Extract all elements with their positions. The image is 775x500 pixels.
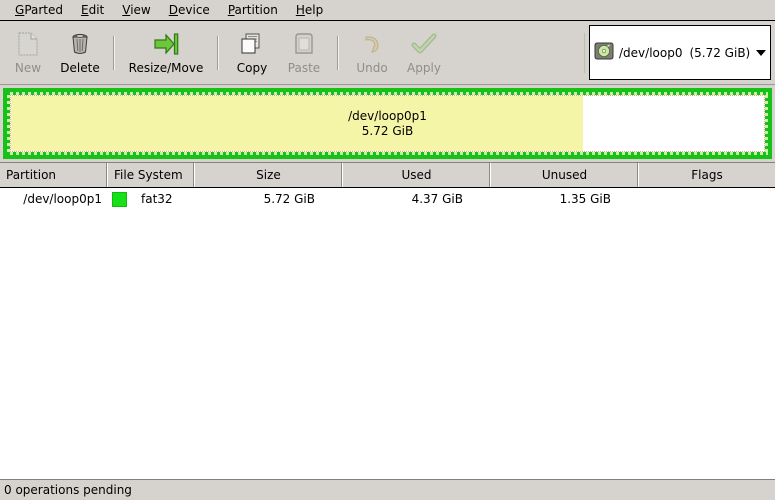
column-header-size[interactable]: Size bbox=[195, 163, 343, 187]
menu-edit-label: dit bbox=[88, 3, 105, 17]
menu-partition-label: artition bbox=[234, 3, 278, 17]
menu-view-label: iew bbox=[130, 3, 151, 17]
table-body: /dev/loop0p1 fat32 5.72 GiB 4.37 GiB 1.35 Gi… bbox=[0, 188, 775, 479]
column-header-unused[interactable]: Unused bbox=[491, 163, 639, 187]
device-selector-name: /dev/loop0 bbox=[619, 45, 683, 60]
column-header-label: Unused bbox=[541, 168, 588, 182]
column-header-label: Flags bbox=[691, 168, 723, 182]
cell-filesystem: fat32 bbox=[108, 191, 195, 207]
undo-arrow-icon bbox=[359, 31, 385, 57]
partition-graphic-area: /dev/loop0p1 5.72 GiB bbox=[0, 85, 775, 162]
column-header-used[interactable]: Used bbox=[343, 163, 491, 187]
cell-partition: /dev/loop0p1 bbox=[23, 192, 102, 206]
toolbar-separator-2 bbox=[217, 35, 219, 70]
new-button[interactable]: New bbox=[2, 24, 54, 82]
device-selector-size: (5.72 GiB) bbox=[689, 45, 751, 60]
cell-unused: 1.35 GiB bbox=[559, 192, 611, 206]
menu-help-label: elp bbox=[304, 3, 324, 17]
gparted-window: GParted Edit View Device Partition Help … bbox=[0, 0, 775, 500]
cell-used: 4.37 GiB bbox=[411, 192, 463, 206]
column-header-label: Used bbox=[401, 168, 432, 182]
table-row[interactable]: /dev/loop0p1 fat32 5.72 GiB 4.37 GiB 1.35 Gi… bbox=[0, 188, 775, 210]
new-document-icon bbox=[15, 31, 41, 57]
copy-pages-icon bbox=[239, 31, 265, 57]
table-header-row: Partition File System Size Used Unused Flags bbox=[0, 163, 775, 188]
column-header-label: Size bbox=[256, 168, 281, 182]
copy-button-label: Copy bbox=[236, 60, 268, 75]
green-checkmark-icon bbox=[411, 31, 437, 57]
toolbar-buttons: New Delete Resize/Move Copy Paste Undo A… bbox=[2, 21, 580, 84]
delete-button-label: Delete bbox=[60, 60, 100, 75]
resize-move-button[interactable]: Resize/Move bbox=[122, 24, 210, 82]
apply-button-label: Apply bbox=[407, 60, 441, 75]
trash-can-icon bbox=[67, 31, 93, 57]
menu-bar: GParted Edit View Device Partition Help bbox=[0, 0, 775, 21]
status-bar-text: 0 operations pending bbox=[4, 483, 132, 497]
partition-table: Partition File System Size Used Unused Flags … bbox=[0, 162, 775, 479]
menu-gparted-label: Parted bbox=[24, 3, 64, 17]
menu-partition[interactable]: Partition bbox=[219, 1, 287, 19]
partition-block-inner: /dev/loop0p1 5.72 GiB bbox=[10, 95, 765, 152]
paste-button-label: Paste bbox=[287, 60, 321, 75]
new-button-label: New bbox=[14, 60, 42, 75]
toolbar-divider bbox=[584, 32, 585, 73]
menu-device-label: evice bbox=[178, 3, 210, 17]
menu-help[interactable]: Help bbox=[287, 1, 332, 19]
toolbar: New Delete Resize/Move Copy Paste Undo A… bbox=[0, 21, 775, 85]
menu-gparted[interactable]: GParted bbox=[6, 1, 72, 19]
column-header-partition[interactable]: Partition bbox=[0, 163, 108, 187]
column-header-label: File System bbox=[114, 168, 183, 182]
menu-device[interactable]: Device bbox=[160, 1, 219, 19]
column-header-file-system[interactable]: File System bbox=[108, 163, 195, 187]
device-selector[interactable]: /dev/loop0 (5.72 GiB) bbox=[589, 25, 771, 80]
undo-button-label: Undo bbox=[356, 60, 388, 75]
status-bar: 0 operations pending bbox=[0, 479, 775, 500]
cell-size: 5.72 GiB bbox=[263, 192, 315, 206]
menu-view[interactable]: View bbox=[113, 1, 159, 19]
filesystem-label: fat32 bbox=[141, 192, 173, 206]
paste-button[interactable]: Paste bbox=[278, 24, 330, 82]
chevron-down-icon[interactable] bbox=[756, 49, 767, 56]
apply-button[interactable]: Apply bbox=[398, 24, 450, 82]
toolbar-separator-3 bbox=[337, 35, 339, 70]
filesystem-color-swatch bbox=[112, 191, 127, 207]
clipboard-icon bbox=[291, 31, 317, 57]
menu-edit[interactable]: Edit bbox=[72, 1, 113, 19]
resize-move-button-label: Resize/Move bbox=[128, 60, 204, 75]
green-arrow-to-bar-icon bbox=[153, 31, 179, 57]
hard-disk-icon bbox=[594, 42, 614, 63]
partition-used-fill bbox=[11, 96, 584, 151]
column-header-flags[interactable]: Flags bbox=[639, 163, 775, 187]
copy-button[interactable]: Copy bbox=[226, 24, 278, 82]
column-header-label: Partition bbox=[6, 168, 57, 182]
undo-button[interactable]: Undo bbox=[346, 24, 398, 82]
toolbar-separator-1 bbox=[113, 35, 115, 70]
partition-block-selected[interactable]: /dev/loop0p1 5.72 GiB bbox=[3, 88, 772, 159]
delete-button[interactable]: Delete bbox=[54, 24, 106, 82]
